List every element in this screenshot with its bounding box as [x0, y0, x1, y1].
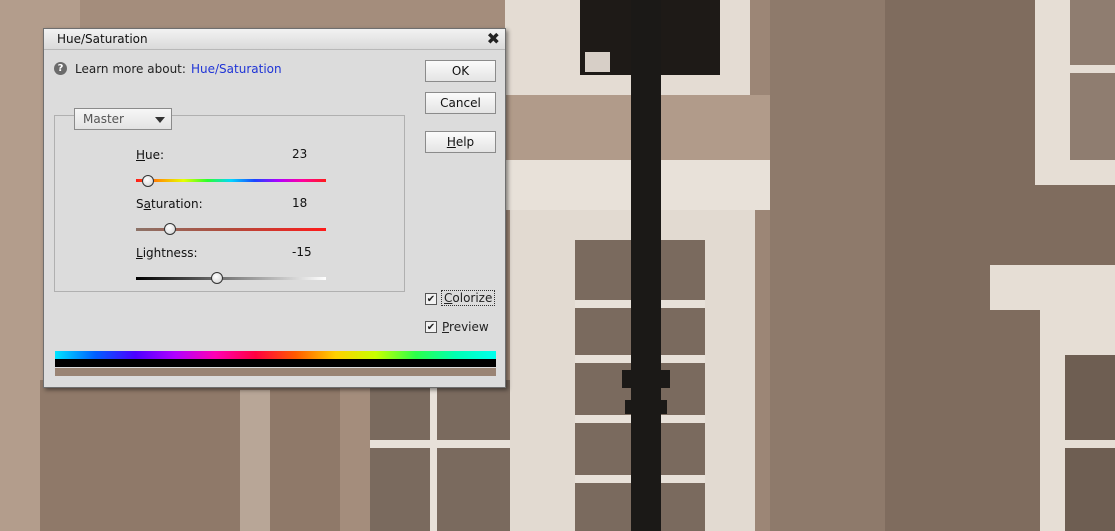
colorize-label-text: olorize [452, 291, 493, 305]
help-button-label: elp [455, 135, 475, 149]
edit-channel-value: Master [83, 112, 124, 126]
preview-label: Preview [442, 320, 489, 334]
adjustment-group [54, 115, 405, 292]
result-color-bar [55, 359, 496, 367]
dialog-title: Hue/Saturation [57, 32, 148, 46]
ok-button[interactable]: OK [425, 60, 496, 82]
saturation-label-mnemonic: a [143, 197, 151, 211]
help-button-mnemonic: H [446, 135, 456, 149]
lightness-label-text: ightness: [142, 246, 198, 260]
preview-label-text: review [449, 320, 489, 334]
lightness-slider-thumb[interactable] [210, 272, 223, 284]
hue-value: 23 [292, 147, 308, 161]
lightness-slider-track[interactable] [136, 277, 326, 280]
spectrum-bar [55, 351, 496, 359]
cancel-button[interactable]: Cancel [425, 92, 496, 114]
edit-channel-dropdown[interactable]: Master [74, 108, 172, 130]
checkmark-icon[interactable]: ✔ [425, 293, 437, 305]
saturation-label-text: turation: [150, 197, 203, 211]
saturation-value: 18 [292, 196, 308, 210]
help-circle-icon: ? [54, 62, 67, 75]
checkmark-icon[interactable]: ✔ [425, 321, 437, 333]
lightness-label: Lightness: [136, 246, 197, 260]
hue-label: Hue: [136, 148, 164, 162]
colorize-result-bar [55, 368, 496, 376]
dialog-titlebar[interactable]: Hue/Saturation ✖ [44, 29, 505, 50]
lightness-value: -15 [292, 245, 312, 259]
hue-label-text: ue: [145, 148, 165, 162]
saturation-label-first: S [136, 197, 144, 211]
chevron-down-icon [155, 117, 165, 123]
hue-saturation-dialog: Hue/Saturation ✖ ? Learn more about: Hue… [43, 28, 506, 388]
hue-slider-track[interactable] [136, 179, 326, 182]
learn-more-text: Learn more about: [75, 62, 186, 76]
hue-label-mnemonic: H [136, 148, 146, 162]
help-button[interactable]: Help [425, 131, 496, 153]
colorize-label: Colorize [440, 290, 496, 306]
close-icon[interactable]: ✖ [487, 29, 500, 48]
saturation-label: Saturation: [136, 197, 203, 211]
preview-label-mnemonic: P [442, 320, 450, 334]
learn-more-link[interactable]: Hue/Saturation [191, 62, 282, 76]
lightness-label-mnemonic: L [136, 246, 143, 260]
